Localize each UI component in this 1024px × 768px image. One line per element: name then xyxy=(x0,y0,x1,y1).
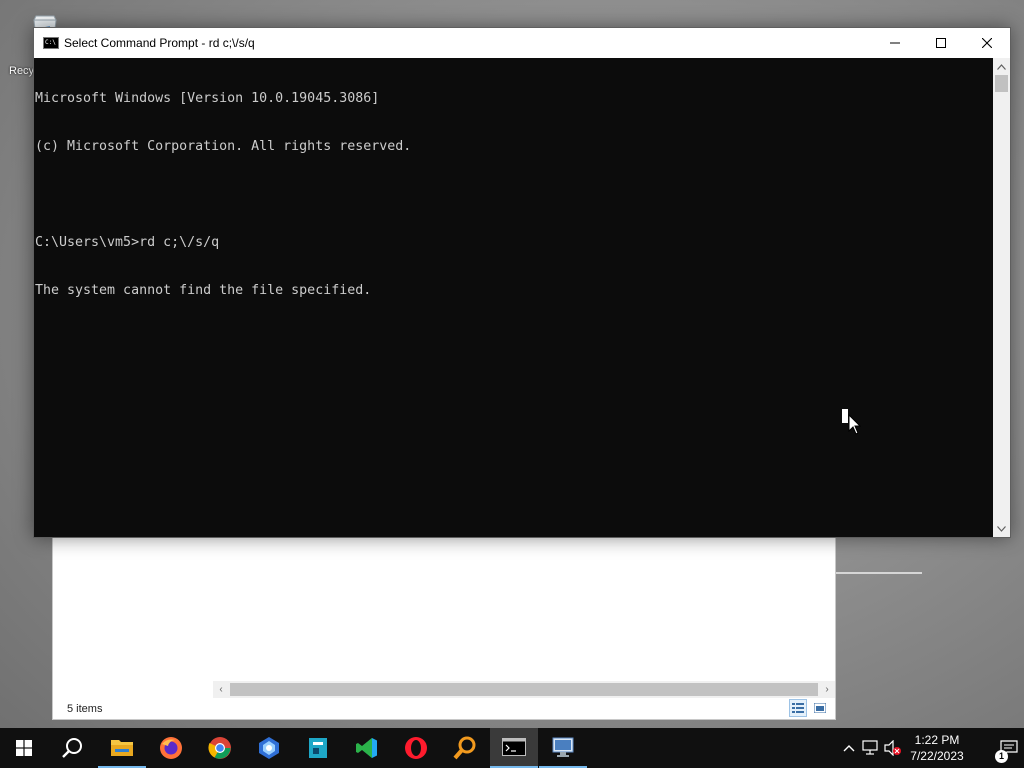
chevron-down-icon xyxy=(997,525,1006,532)
large-icons-view-button[interactable] xyxy=(811,699,829,717)
minimize-button[interactable] xyxy=(872,28,918,58)
opera-icon xyxy=(405,737,427,759)
console-line: The system cannot find the file specifie… xyxy=(35,283,372,298)
chrome-icon xyxy=(208,737,231,759)
network-status-button[interactable] xyxy=(862,739,880,757)
large-icons-view-icon xyxy=(814,703,826,713)
clock-date: 7/22/2023 xyxy=(910,749,964,763)
taskbar-file-explorer[interactable] xyxy=(98,728,146,768)
firefox-icon xyxy=(160,737,182,759)
vertical-scrollbar[interactable] xyxy=(993,58,1010,537)
background-window-fragment xyxy=(836,540,922,574)
network-icon xyxy=(862,740,878,755)
console-line: C:\Users\vm5>rd c;\/s/q xyxy=(35,235,220,250)
taskbar-chrome[interactable] xyxy=(196,728,244,768)
console-line: Microsoft Windows [Version 10.0.19045.30… xyxy=(35,91,380,106)
taskbar-search-tool[interactable] xyxy=(441,728,489,768)
volume-muted-icon xyxy=(884,740,901,756)
scrollbar-thumb[interactable] xyxy=(995,75,1008,92)
console-output[interactable]: Microsoft Windows [Version 10.0.19045.30… xyxy=(34,58,994,537)
magnifier-icon xyxy=(453,736,476,760)
recycle-bin-label: Recy xyxy=(9,65,35,77)
system-tray: 1:22 PM 7/22/2023 1 xyxy=(834,728,1024,768)
search-icon xyxy=(62,738,82,758)
editor-icon xyxy=(309,738,327,758)
close-icon xyxy=(982,38,992,48)
windows-logo-icon xyxy=(16,740,32,756)
title-bar[interactable]: C:\ Select Command Prompt - rd c;\/s/q xyxy=(34,28,1010,58)
terminal-icon xyxy=(502,738,526,756)
chevron-up-icon xyxy=(997,63,1006,70)
window-title: Select Command Prompt - rd c;\/s/q xyxy=(64,36,255,50)
bing-icon xyxy=(259,737,279,759)
taskbar-editor[interactable] xyxy=(294,728,342,768)
console-line: (c) Microsoft Corporation. All rights re… xyxy=(35,139,412,154)
taskbar-firefox[interactable] xyxy=(147,728,195,768)
close-button[interactable] xyxy=(964,28,1010,58)
details-view-button[interactable] xyxy=(789,699,807,717)
taskbar-clock[interactable]: 1:22 PM 7/22/2023 xyxy=(902,732,972,764)
taskbar-remote-desktop[interactable] xyxy=(539,728,587,768)
maximize-button[interactable] xyxy=(918,28,964,58)
file-explorer-window[interactable]: ‹ › 5 items xyxy=(52,520,836,720)
volume-button[interactable] xyxy=(884,739,902,757)
scroll-up-button[interactable] xyxy=(993,58,1010,75)
folder-icon xyxy=(111,740,133,756)
remote-desktop-icon xyxy=(552,737,574,757)
chevron-up-icon xyxy=(843,745,855,752)
command-prompt-window[interactable]: C:\ Select Command Prompt - rd c;\/s/q M… xyxy=(33,27,1011,538)
details-view-icon xyxy=(792,703,804,713)
scrollbar-thumb[interactable] xyxy=(230,683,818,696)
taskbar-opera[interactable] xyxy=(392,728,440,768)
vscode-icon xyxy=(356,738,377,758)
taskbar-vscode[interactable] xyxy=(343,728,391,768)
clock-time: 1:22 PM xyxy=(914,733,960,747)
scroll-right-arrow[interactable]: › xyxy=(819,681,835,698)
start-button[interactable] xyxy=(0,728,48,768)
taskbar-command-prompt[interactable] xyxy=(490,728,538,768)
search-button[interactable] xyxy=(48,728,96,768)
taskbar: 1:22 PM 7/22/2023 1 xyxy=(0,728,1024,768)
taskbar-bing[interactable] xyxy=(245,728,293,768)
horizontal-scrollbar[interactable]: ‹ › xyxy=(213,681,835,698)
mouse-cursor-icon xyxy=(842,409,862,435)
status-bar-item-count: 5 items xyxy=(67,703,103,715)
maximize-icon xyxy=(936,38,946,48)
notification-count-badge: 1 xyxy=(995,750,1008,763)
scroll-down-button[interactable] xyxy=(993,520,1010,537)
minimize-icon xyxy=(890,42,900,44)
scroll-left-arrow[interactable]: ‹ xyxy=(213,681,229,698)
show-hidden-icons-button[interactable] xyxy=(840,739,858,757)
command-prompt-icon: C:\ xyxy=(43,37,59,49)
